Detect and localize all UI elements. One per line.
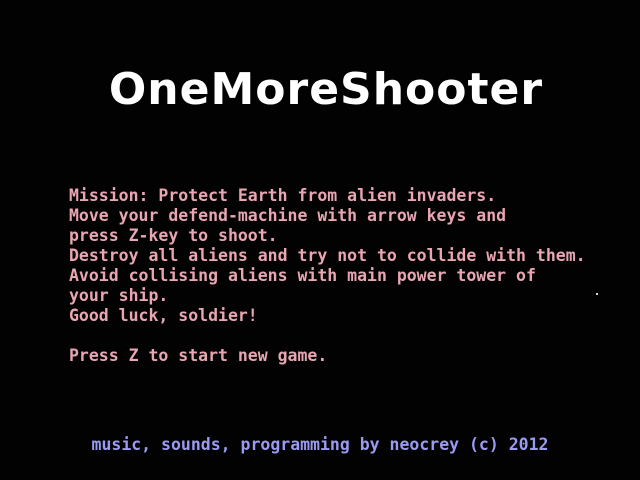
game-title: OneMoreShooter <box>108 64 544 115</box>
credits-text: music, sounds, programming by neocrey (c… <box>91 435 549 454</box>
briefing-line: Good luck, soldier! <box>69 306 258 325</box>
briefing-line: press Z-key to shoot. <box>69 226 278 245</box>
star-particle <box>596 293 598 295</box>
briefing-line: Avoid collising aliens with main power t… <box>69 266 536 285</box>
briefing-line: Move your defend-machine with arrow keys… <box>69 206 507 225</box>
briefing-line: Mission: Protect Earth from alien invade… <box>69 186 497 205</box>
briefing-line: Destroy all aliens and try not to collid… <box>69 246 586 265</box>
mission-briefing: Mission: Protect Earth from alien invade… <box>69 186 609 366</box>
title-screen[interactable]: OneMoreShooter Mission: Protect Earth fr… <box>0 0 640 480</box>
briefing-line: your ship. <box>69 286 169 305</box>
start-prompt: Press Z to start new game. <box>69 346 328 365</box>
